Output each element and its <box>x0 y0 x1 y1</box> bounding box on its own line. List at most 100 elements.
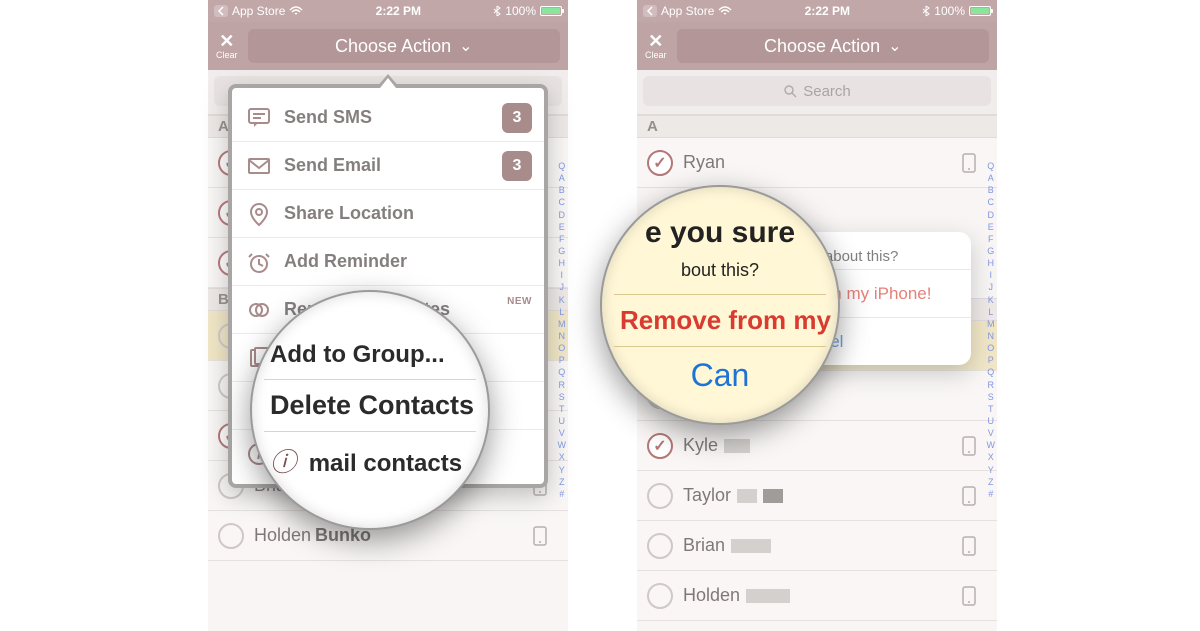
index-letter[interactable]: M <box>558 318 567 330</box>
search-icon <box>783 84 797 98</box>
index-letter[interactable]: F <box>987 233 996 245</box>
index-letter[interactable]: W <box>987 439 996 451</box>
index-letter[interactable]: # <box>558 488 567 500</box>
index-letter[interactable]: B <box>558 184 567 196</box>
close-icon: ✕ <box>648 32 663 50</box>
index-letter[interactable]: P <box>558 354 567 366</box>
redacted-text <box>763 489 783 503</box>
contact-row[interactable]: Brian <box>637 521 997 571</box>
email-icon <box>246 153 272 179</box>
contact-first: Holden <box>683 585 740 606</box>
index-letter[interactable]: T <box>558 403 567 415</box>
index-letter[interactable]: Q <box>987 160 996 172</box>
index-letter[interactable]: U <box>987 415 996 427</box>
index-letter[interactable]: R <box>987 379 996 391</box>
index-letter[interactable]: A <box>558 172 567 184</box>
duplicates-icon <box>246 297 272 323</box>
redacted-text <box>724 439 750 453</box>
checkbox-icon[interactable] <box>647 533 673 559</box>
contact-row[interactable]: Ryan <box>637 138 997 188</box>
toolbar: ✕ Clear Choose Action ⌄ <box>637 22 997 70</box>
magnified-line: Add to Group... <box>264 331 476 379</box>
index-letter[interactable]: E <box>987 221 996 233</box>
battery-percent: 100% <box>505 4 536 18</box>
index-letter[interactable]: L <box>987 306 996 318</box>
popover-item-email[interactable]: Send Email3 <box>232 142 544 190</box>
index-letter[interactable]: J <box>987 281 996 293</box>
alpha-index[interactable]: QABCDEFGHIJKLMNOPQRSTUVWXYZ# <box>987 160 996 500</box>
clear-button[interactable]: ✕ Clear <box>645 32 667 60</box>
index-letter[interactable]: Z <box>558 476 567 488</box>
device-icon <box>532 526 548 546</box>
index-letter[interactable]: N <box>987 330 996 342</box>
device-icon <box>961 153 977 173</box>
checkbox-icon[interactable] <box>647 150 673 176</box>
index-letter[interactable]: Y <box>558 464 567 476</box>
index-letter[interactable]: B <box>987 184 996 196</box>
choose-action-button[interactable]: Choose Action ⌄ <box>677 29 989 63</box>
index-letter[interactable]: Q <box>558 366 567 378</box>
index-letter[interactable]: U <box>558 415 567 427</box>
index-letter[interactable]: O <box>987 342 996 354</box>
alpha-index[interactable]: QABCDEFGHIJKLMNOPQRSTUVWXYZ# <box>558 160 567 500</box>
index-letter[interactable]: T <box>987 403 996 415</box>
popover-item-sms[interactable]: Send SMS3 <box>232 94 544 142</box>
new-badge: NEW <box>507 296 532 307</box>
checkbox-icon[interactable] <box>647 433 673 459</box>
choose-action-button[interactable]: Choose Action ⌄ <box>248 29 560 63</box>
index-letter[interactable]: O <box>558 342 567 354</box>
index-letter[interactable]: X <box>987 451 996 463</box>
index-letter[interactable]: D <box>558 209 567 221</box>
checkbox-icon[interactable] <box>647 483 673 509</box>
index-letter[interactable]: C <box>558 196 567 208</box>
index-letter[interactable]: N <box>558 330 567 342</box>
index-letter[interactable]: K <box>987 294 996 306</box>
back-to-appstore[interactable] <box>643 5 657 17</box>
contact-row[interactable]: Holden <box>637 571 997 621</box>
index-letter[interactable]: M <box>987 318 996 330</box>
checkbox-icon[interactable] <box>218 523 244 549</box>
index-letter[interactable]: H <box>987 257 996 269</box>
back-app-label: App Store <box>232 4 285 18</box>
search-input[interactable]: Search <box>643 76 991 106</box>
index-letter[interactable]: Q <box>558 160 567 172</box>
index-letter[interactable]: S <box>987 391 996 403</box>
index-letter[interactable]: # <box>987 488 996 500</box>
index-letter[interactable]: K <box>558 294 567 306</box>
index-letter[interactable]: Y <box>987 464 996 476</box>
index-letter[interactable]: R <box>558 379 567 391</box>
index-letter[interactable]: G <box>987 245 996 257</box>
magnified-line: ⓘ mail contacts <box>264 431 476 489</box>
redacted-text <box>746 589 790 603</box>
tutorial-magnifier: e you sure bout this? Remove from my iPh… <box>600 185 840 425</box>
index-letter[interactable]: I <box>987 269 996 281</box>
index-letter[interactable]: X <box>558 451 567 463</box>
checkbox-icon[interactable] <box>647 583 673 609</box>
popover-item-reminder[interactable]: Add Reminder <box>232 238 544 286</box>
contact-row[interactable]: Kyle <box>637 421 997 471</box>
contact-first: Brian <box>683 535 725 556</box>
index-letter[interactable]: L <box>558 306 567 318</box>
back-to-appstore[interactable] <box>214 5 228 17</box>
index-letter[interactable]: C <box>987 196 996 208</box>
index-letter[interactable]: F <box>558 233 567 245</box>
index-letter[interactable]: H <box>558 257 567 269</box>
index-letter[interactable]: Q <box>987 366 996 378</box>
index-letter[interactable]: J <box>558 281 567 293</box>
contact-row[interactable]: Taylor <box>637 471 997 521</box>
index-letter[interactable]: D <box>987 209 996 221</box>
search-placeholder: Search <box>803 83 851 100</box>
clear-button[interactable]: ✕ Clear <box>216 32 238 60</box>
index-letter[interactable]: I <box>558 269 567 281</box>
index-letter[interactable]: V <box>558 427 567 439</box>
contact-first: Kyle <box>683 435 718 456</box>
index-letter[interactable]: W <box>558 439 567 451</box>
index-letter[interactable]: V <box>987 427 996 439</box>
index-letter[interactable]: A <box>987 172 996 184</box>
popover-item-location[interactable]: Share Location <box>232 190 544 238</box>
index-letter[interactable]: P <box>987 354 996 366</box>
index-letter[interactable]: E <box>558 221 567 233</box>
index-letter[interactable]: S <box>558 391 567 403</box>
index-letter[interactable]: Z <box>987 476 996 488</box>
index-letter[interactable]: G <box>558 245 567 257</box>
